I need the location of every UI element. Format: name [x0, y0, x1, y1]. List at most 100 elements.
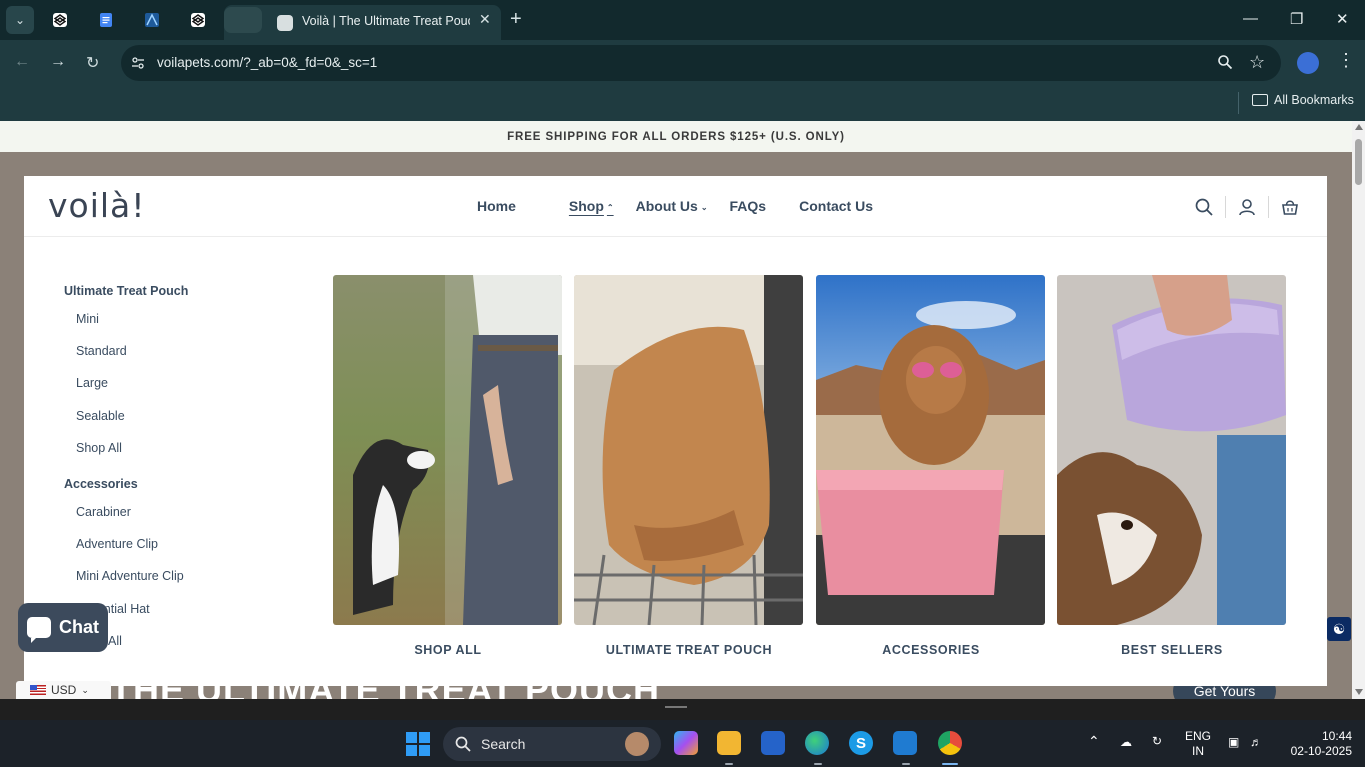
- profile-avatar[interactable]: [1297, 52, 1319, 74]
- currency-selector[interactable]: USD ⌄: [16, 681, 111, 699]
- nav-about[interactable]: About Us ⌄: [636, 198, 708, 214]
- close-window-button[interactable]: ✕: [1336, 10, 1349, 28]
- us-flag-icon: [30, 685, 46, 695]
- accessibility-button[interactable]: ☯: [1327, 617, 1351, 641]
- devtools-strip: [0, 699, 1365, 720]
- clock-date: 02-10-2025: [1290, 744, 1352, 758]
- reload-button[interactable]: ↻: [86, 53, 99, 73]
- site-logo[interactable]: voilà!: [48, 186, 146, 225]
- language-indicator[interactable]: ENG IN: [1184, 729, 1212, 759]
- windows-start-icon[interactable]: [406, 732, 430, 756]
- card-caption[interactable]: SHOP ALL: [333, 643, 563, 657]
- nav-contact-label: Contact Us: [799, 198, 874, 214]
- zoom-icon[interactable]: [1217, 54, 1233, 70]
- card-caption[interactable]: ACCESSORIES: [816, 643, 1046, 657]
- all-bookmarks-label: All Bookmarks: [1274, 93, 1354, 107]
- menu-card-accessories[interactable]: ACCESSORIES: [816, 275, 1046, 657]
- menu-link[interactable]: Large: [76, 376, 108, 390]
- menu-link[interactable]: Shop All: [76, 441, 122, 455]
- scroll-up-arrow[interactable]: [1355, 124, 1363, 130]
- menu-card-best-sellers[interactable]: BEST SELLERS: [1057, 275, 1287, 657]
- pinned-tab-app[interactable]: [139, 8, 165, 32]
- card-image[interactable]: [333, 275, 562, 625]
- volume-icon[interactable]: ♬: [1250, 735, 1262, 750]
- chat-bubble-icon: [27, 617, 51, 643]
- address-bar[interactable]: voilapets.com/?_ab=0&_fd=0&_sc=1 ☆: [121, 45, 1281, 81]
- chevron-down-icon: ⌄: [14, 13, 26, 27]
- menu-card-shop-all[interactable]: SHOP ALL: [333, 275, 563, 657]
- chat-button[interactable]: Chat: [18, 603, 108, 652]
- region-label: IN: [1192, 744, 1204, 758]
- card-image[interactable]: [816, 275, 1045, 625]
- resize-handle[interactable]: [665, 706, 687, 708]
- close-icon[interactable]: ✕: [479, 11, 491, 28]
- menu-heading-treat-pouch[interactable]: Ultimate Treat Pouch: [64, 284, 188, 298]
- card-caption[interactable]: BEST SELLERS: [1057, 643, 1287, 657]
- announcement-bar: FREE SHIPPING FOR ALL ORDERS $125+ (U.S.…: [0, 121, 1352, 152]
- bookmarks-divider: [1238, 92, 1239, 114]
- codepen-icon: [53, 13, 67, 27]
- bookmark-star-icon[interactable]: ☆: [1249, 52, 1265, 73]
- tab-voila[interactable]: Voilà | The Ultimate Treat Pouch ✕: [224, 5, 501, 40]
- nav-contact[interactable]: Contact Us: [799, 198, 873, 214]
- page-scrollbar[interactable]: [1352, 121, 1365, 699]
- main-nav: Home Shop ⌃ About Us ⌄ FAQs Contact Us: [477, 198, 873, 214]
- scroll-down-arrow[interactable]: [1355, 689, 1363, 695]
- search-icon[interactable]: [1195, 198, 1213, 216]
- taskbar-search-label: Search: [481, 736, 526, 752]
- tab-search-button[interactable]: ⌄: [6, 6, 34, 34]
- restore-button[interactable]: ❐: [1290, 10, 1303, 28]
- shop-mega-menu: Ultimate Treat Pouch Mini Standard Large…: [24, 237, 1327, 686]
- pinned-tab-codepen[interactable]: [47, 8, 73, 32]
- tab-group-chip[interactable]: [224, 7, 262, 33]
- nav-home[interactable]: Home: [477, 198, 516, 214]
- active-indicator: [942, 763, 958, 765]
- menu-heading-accessories[interactable]: Accessories: [64, 477, 138, 491]
- page-viewport: FREE SHIPPING FOR ALL ORDERS $125+ (U.S.…: [0, 121, 1352, 699]
- menu-link[interactable]: Adventure Clip: [76, 537, 158, 551]
- vscode-icon[interactable]: [893, 731, 917, 755]
- chrome-icon[interactable]: [938, 731, 962, 755]
- cart-icon[interactable]: [1281, 198, 1299, 216]
- clock[interactable]: 10:44 02-10-2025: [1280, 729, 1352, 759]
- chevron-down-icon: ⌄: [81, 684, 89, 695]
- header-divider: [1225, 196, 1226, 218]
- menu-link[interactable]: Carabiner: [76, 505, 131, 519]
- card-image[interactable]: [574, 275, 803, 625]
- site-info-icon[interactable]: [130, 55, 146, 71]
- sync-icon[interactable]: ↻: [1152, 734, 1162, 749]
- new-tab-button[interactable]: +: [510, 8, 522, 30]
- scroll-thumb[interactable]: [1355, 139, 1362, 185]
- running-indicator: [814, 763, 822, 765]
- taskbar-search[interactable]: Search: [443, 727, 661, 761]
- accessibility-icon: ☯: [1332, 620, 1346, 637]
- network-icon[interactable]: ▣: [1228, 735, 1239, 750]
- skype-icon[interactable]: S: [849, 731, 873, 755]
- nav-home-label: Home: [477, 198, 516, 214]
- back-button[interactable]: ←: [14, 53, 30, 71]
- menu-link[interactable]: Mini: [76, 312, 99, 326]
- copilot-icon[interactable]: [674, 731, 698, 755]
- nav-shop[interactable]: Shop ⌃: [569, 198, 614, 214]
- card-image[interactable]: [1057, 275, 1286, 625]
- nav-faqs[interactable]: FAQs: [730, 198, 767, 214]
- file-explorer-icon[interactable]: [717, 731, 741, 755]
- nav-shop-label: Shop: [568, 198, 604, 214]
- menu-link[interactable]: Mini Adventure Clip: [76, 569, 184, 583]
- onedrive-icon[interactable]: ☁: [1120, 735, 1132, 750]
- minimize-button[interactable]: —: [1243, 10, 1258, 27]
- edge-icon[interactable]: [805, 731, 829, 755]
- account-icon[interactable]: [1238, 198, 1256, 216]
- menu-card-treat-pouch[interactable]: ULTIMATE TREAT POUCH: [574, 275, 804, 657]
- all-bookmarks-button[interactable]: All Bookmarks: [1252, 93, 1354, 107]
- microsoft-store-icon[interactable]: [761, 731, 785, 755]
- chat-label: Chat: [59, 617, 99, 637]
- tray-overflow-icon[interactable]: ⌃: [1088, 734, 1100, 749]
- menu-link[interactable]: Standard: [76, 344, 127, 358]
- menu-link[interactable]: Sealable: [76, 409, 125, 423]
- pinned-tab-docs[interactable]: [93, 8, 119, 32]
- more-menu-icon[interactable]: ⋮: [1337, 51, 1355, 69]
- pinned-tab-codepen-2[interactable]: [185, 8, 211, 32]
- card-caption[interactable]: ULTIMATE TREAT POUCH: [574, 643, 804, 657]
- forward-button[interactable]: →: [50, 53, 66, 71]
